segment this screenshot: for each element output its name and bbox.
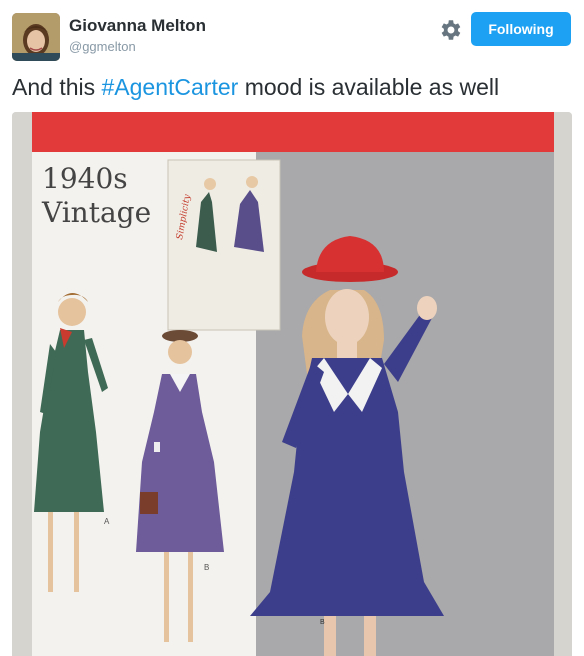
- gear-icon[interactable]: [437, 17, 463, 43]
- user-handle[interactable]: @ggmelton: [69, 39, 136, 54]
- tweet-text-before: And this: [12, 74, 102, 100]
- pattern-envelope-image: Simplicity 1940s Vintage A B B: [12, 112, 572, 656]
- hashtag-link[interactable]: #AgentCarter: [102, 74, 239, 100]
- tweet-text-after: mood is available as well: [238, 74, 500, 100]
- following-button[interactable]: Following: [471, 12, 571, 46]
- tweet-photo[interactable]: Simplicity 1940s Vintage A B B: [12, 112, 572, 656]
- cover-title-line2: Vintage: [41, 196, 151, 229]
- view-label-a: A: [104, 517, 110, 526]
- view-label-b: B: [204, 563, 209, 572]
- avatar-image: [12, 13, 60, 61]
- user-name[interactable]: Giovanna Melton: [69, 16, 206, 36]
- avatar[interactable]: [12, 13, 60, 61]
- tweet-header: Giovanna Melton @ggmelton Following: [0, 0, 584, 70]
- tweet-text: And this #AgentCarter mood is available …: [12, 74, 499, 101]
- view-label-b-photo: B: [320, 619, 325, 626]
- cover-title-line1: 1940s: [42, 162, 128, 195]
